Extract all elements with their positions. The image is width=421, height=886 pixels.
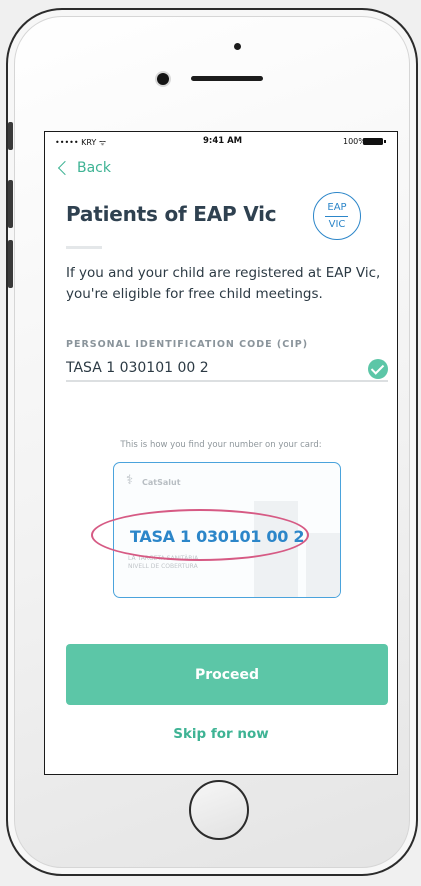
check-circle-icon: [368, 359, 388, 379]
badge-bottom-text: VIC: [328, 219, 346, 230]
title-divider: [66, 246, 102, 249]
card-watermark-shape: [306, 533, 340, 597]
volume-down-button: [8, 240, 13, 288]
carrier-signal: ••••• KRY ᯤ: [55, 138, 107, 147]
catsalut-logo-icon: ⚕: [126, 473, 134, 488]
intro-text: If you and your child are registered at …: [66, 265, 381, 302]
code-highlight-ring: [91, 509, 309, 561]
back-button[interactable]: Back: [57, 160, 111, 176]
badge-divider: [325, 216, 348, 218]
back-label: Back: [77, 160, 111, 176]
cip-field-label: PERSONAL IDENTIFICATION CODE (CIP): [66, 339, 309, 350]
chevron-left-icon: [57, 160, 73, 176]
volume-up-button: [8, 180, 13, 228]
badge-top-text: EAP: [327, 202, 347, 213]
skip-link[interactable]: Skip for now: [45, 726, 397, 742]
eap-vic-badge: EAP VIC: [313, 192, 361, 240]
status-time: 9:41 AM: [203, 136, 243, 146]
page-title: Patients of EAP Vic: [66, 202, 277, 226]
phone-frame: ••••• KRY ᯤ 9:41 AM 100% Back Patients o…: [6, 8, 418, 876]
front-sensor: [234, 43, 241, 50]
card-hint-caption: This is how you find your number on your…: [120, 440, 322, 450]
proceed-button[interactable]: Proceed: [66, 644, 388, 705]
battery-icon: [363, 138, 386, 145]
card-subtext-line: NIVELL DE COBERTURA: [128, 563, 198, 570]
phone-screen: ••••• KRY ᯤ 9:41 AM 100% Back Patients o…: [44, 131, 398, 775]
cip-input[interactable]: [66, 356, 388, 382]
home-button: [189, 780, 249, 840]
front-camera: [157, 73, 169, 85]
status-bar: ••••• KRY ᯤ 9:41 AM 100%: [45, 132, 397, 150]
card-brand-name: CatSalut: [142, 478, 181, 487]
mute-switch: [8, 122, 13, 150]
earpiece-speaker: [191, 76, 263, 81]
